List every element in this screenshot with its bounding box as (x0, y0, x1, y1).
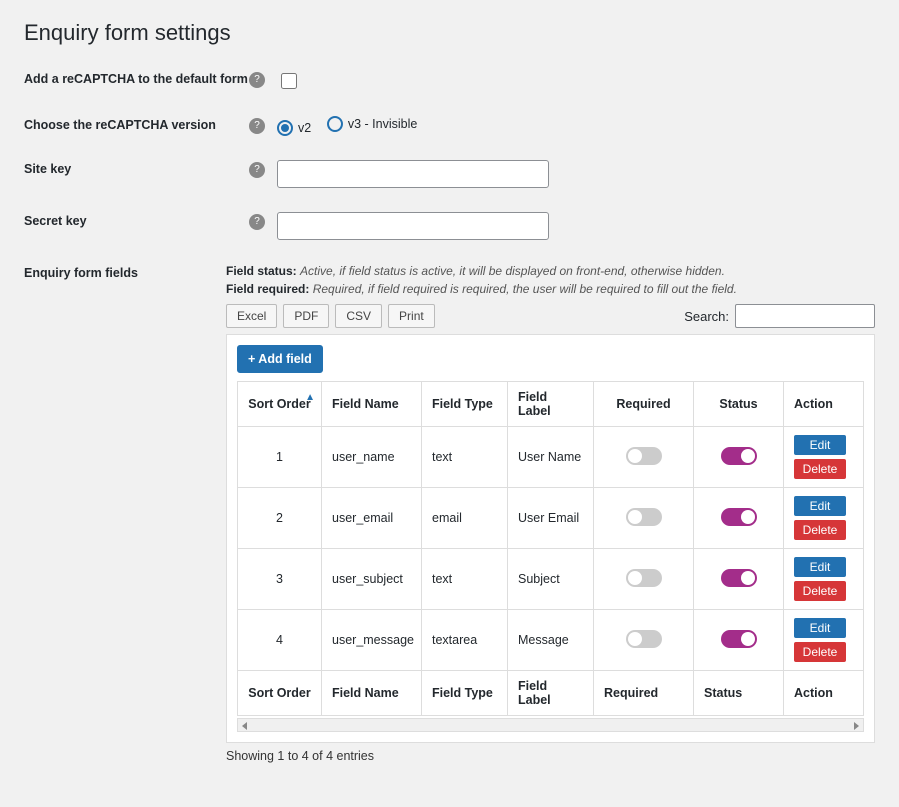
hint-required: Field required: Required, if field requi… (226, 282, 875, 296)
cell-order: 4 (238, 610, 322, 671)
cell-field-type: text (422, 427, 508, 488)
radio-icon (327, 116, 343, 132)
cell-field-label: User Name (508, 427, 594, 488)
add-recaptcha-label: Add a reCAPTCHA to the default form (24, 70, 249, 86)
col-status[interactable]: Status (694, 382, 784, 427)
help-icon[interactable]: ? (249, 118, 265, 134)
required-toggle[interactable] (626, 447, 662, 465)
table-row: 4user_messagetextareaMessage Edit Delete (238, 610, 864, 671)
table-row: 2user_emailemailUser Email Edit Delete (238, 488, 864, 549)
foot-field-label: Field Label (508, 671, 594, 716)
edit-button[interactable]: Edit (794, 618, 846, 638)
add-recaptcha-checkbox[interactable] (281, 73, 297, 89)
col-field-label[interactable]: Field Label (508, 382, 594, 427)
foot-required: Required (594, 671, 694, 716)
hint-status: Field status: Active, if field status is… (226, 264, 875, 278)
cell-order: 3 (238, 549, 322, 610)
cell-field-name: user_name (322, 427, 422, 488)
status-toggle[interactable] (721, 569, 757, 587)
sort-asc-icon: ▲ (305, 392, 315, 403)
cell-field-label: User Email (508, 488, 594, 549)
foot-action: Action (784, 671, 864, 716)
cell-field-name: user_email (322, 488, 422, 549)
col-sort-order[interactable]: Sort Order ▲ (238, 382, 322, 427)
export-csv-button[interactable]: CSV (335, 304, 382, 328)
delete-button[interactable]: Delete (794, 581, 846, 601)
edit-button[interactable]: Edit (794, 496, 846, 516)
status-toggle[interactable] (721, 508, 757, 526)
help-icon[interactable]: ? (249, 214, 265, 230)
status-toggle[interactable] (721, 630, 757, 648)
export-pdf-button[interactable]: PDF (283, 304, 329, 328)
foot-sort-order: Sort Order (238, 671, 322, 716)
search-input[interactable] (735, 304, 875, 328)
table-row: 1user_nametextUser Name Edit Delete (238, 427, 864, 488)
site-key-label: Site key (24, 160, 249, 176)
radio-icon (277, 120, 293, 136)
add-field-button[interactable]: + Add field (237, 345, 323, 373)
radio-v2[interactable]: v2 (277, 120, 311, 136)
cell-field-name: user_subject (322, 549, 422, 610)
edit-button[interactable]: Edit (794, 435, 846, 455)
cell-field-name: user_message (322, 610, 422, 671)
secret-key-label: Secret key (24, 212, 249, 228)
radio-v3[interactable]: v3 - Invisible (327, 116, 417, 132)
radio-v3-label: v3 - Invisible (348, 117, 417, 131)
enquiry-fields-label: Enquiry form fields (24, 264, 226, 280)
recaptcha-version-label: Choose the reCAPTCHA version (24, 116, 249, 132)
cell-order: 2 (238, 488, 322, 549)
status-toggle[interactable] (721, 447, 757, 465)
search-label: Search: (684, 309, 729, 324)
delete-button[interactable]: Delete (794, 642, 846, 662)
horizontal-scrollbar[interactable] (237, 718, 864, 732)
cell-field-type: text (422, 549, 508, 610)
required-toggle[interactable] (626, 630, 662, 648)
fields-table: Sort Order ▲ Field Name Field Type Field… (237, 381, 864, 716)
foot-status: Status (694, 671, 784, 716)
delete-button[interactable]: Delete (794, 459, 846, 479)
col-required[interactable]: Required (594, 382, 694, 427)
help-icon[interactable]: ? (249, 72, 265, 88)
page-title: Enquiry form settings (24, 20, 875, 46)
site-key-input[interactable] (277, 160, 549, 188)
export-excel-button[interactable]: Excel (226, 304, 277, 328)
help-icon[interactable]: ? (249, 162, 265, 178)
cell-field-label: Subject (508, 549, 594, 610)
edit-button[interactable]: Edit (794, 557, 846, 577)
radio-v2-label: v2 (298, 121, 311, 135)
cell-order: 1 (238, 427, 322, 488)
cell-field-type: textarea (422, 610, 508, 671)
secret-key-input[interactable] (277, 212, 549, 240)
export-print-button[interactable]: Print (388, 304, 435, 328)
delete-button[interactable]: Delete (794, 520, 846, 540)
required-toggle[interactable] (626, 569, 662, 587)
col-field-type[interactable]: Field Type (422, 382, 508, 427)
cell-field-label: Message (508, 610, 594, 671)
foot-field-name: Field Name (322, 671, 422, 716)
required-toggle[interactable] (626, 508, 662, 526)
entries-info: Showing 1 to 4 of 4 entries (226, 749, 875, 763)
table-row: 3user_subjecttextSubject Edit Delete (238, 549, 864, 610)
cell-field-type: email (422, 488, 508, 549)
col-field-name[interactable]: Field Name (322, 382, 422, 427)
col-action: Action (784, 382, 864, 427)
foot-field-type: Field Type (422, 671, 508, 716)
